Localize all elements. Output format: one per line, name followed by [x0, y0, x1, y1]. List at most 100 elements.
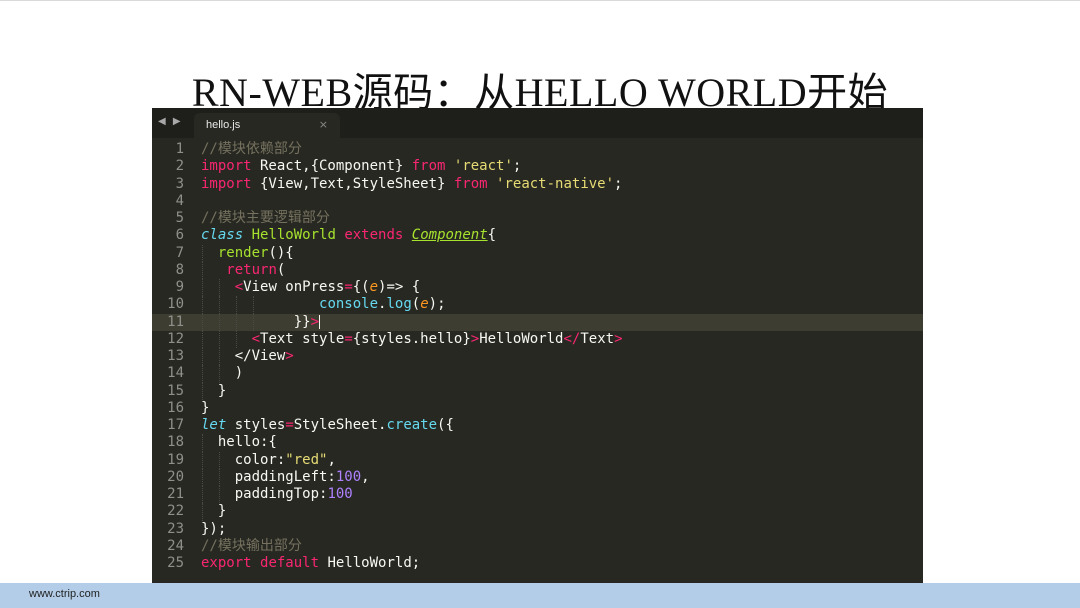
code-token: );	[428, 296, 446, 313]
code-token: {	[487, 227, 497, 244]
code-token: render	[217, 244, 269, 261]
code-line[interactable]: 14 )	[152, 365, 923, 383]
code-token: from	[411, 158, 446, 175]
code-token: }}	[201, 313, 311, 330]
code-text: }	[201, 503, 226, 520]
code-token: import	[201, 158, 252, 175]
line-number: 19	[167, 451, 184, 468]
code-line[interactable]: 23});	[152, 521, 923, 538]
code-line[interactable]: 22 }	[152, 503, 923, 521]
code-text: }	[201, 400, 209, 417]
code-token: ,	[327, 451, 336, 468]
code-line[interactable]: 3 import {View,Text,StyleSheet} from 'rea…	[152, 176, 923, 193]
line-number: 17	[167, 417, 184, 433]
code-token: color:	[201, 451, 286, 468]
code-token: </	[563, 330, 581, 347]
line-number: 13	[167, 348, 184, 364]
code-token: <	[251, 330, 261, 347]
code-line[interactable]: 25 export default HelloWorld;	[152, 555, 923, 572]
code-token: Text	[580, 330, 615, 347]
code-line[interactable]: 13 </View>	[152, 348, 923, 366]
code-line[interactable]: 9 <View onPress={(e)=> {	[152, 279, 923, 297]
code-line[interactable]: 21 paddingTop:100	[152, 486, 923, 504]
close-icon[interactable]: ×	[319, 118, 328, 131]
code-token: React,{Component}	[251, 158, 412, 175]
line-number: 20	[167, 468, 184, 485]
code-line[interactable]: 5 //模块主要逻辑部分	[152, 210, 923, 227]
code-text: console.log(e);	[201, 296, 446, 313]
code-line[interactable]: 17 let styles=StyleSheet.create({	[152, 417, 923, 434]
line-number: 10	[167, 296, 184, 313]
code-token: HelloWorld;	[319, 555, 421, 571]
line-number: 5	[175, 210, 184, 226]
code-token: >	[614, 330, 623, 347]
tab-label: hello.js	[206, 119, 241, 131]
code-line[interactable]: 6 class HelloWorld extends Component{	[152, 227, 923, 244]
code-line[interactable]: 16}	[152, 400, 923, 417]
code-token: (){	[268, 244, 294, 261]
code-line[interactable]: 12 <Text style={styles.hello}>HelloWorld…	[152, 330, 923, 348]
code-text: //模块主要逻辑部分	[201, 210, 330, 227]
line-number: 2	[175, 158, 184, 175]
code-token: 100	[335, 468, 362, 485]
code-token: class	[201, 227, 244, 244]
code-line[interactable]: 20 paddingLeft:100,	[152, 468, 923, 486]
code-text: }	[201, 383, 226, 400]
code-text: class HelloWorld extends Component{	[201, 227, 496, 244]
code-token: from	[453, 175, 488, 192]
code-token: ({	[437, 417, 454, 433]
code-token: {styles.hello}	[352, 330, 471, 347]
line-number: 15	[167, 382, 184, 399]
code-line[interactable]: 15 }	[152, 382, 923, 400]
code-token: //模块主要逻辑部分	[201, 210, 330, 226]
code-area[interactable]: 1 //模块依赖部分 2 import React,{Component} from …	[152, 141, 923, 572]
code-token: (	[411, 296, 421, 313]
line-number: 23	[167, 520, 184, 537]
code-line[interactable]: 18 hello:{	[152, 434, 923, 452]
code-token: paddingTop:	[201, 486, 328, 502]
tab-navigation-arrows-icon[interactable]: ◀ ▶	[158, 116, 183, 127]
code-token: 'react-native'	[496, 175, 615, 192]
code-line[interactable]: 11 }}>	[152, 313, 923, 331]
code-token: import	[201, 175, 252, 192]
code-line[interactable]: 19 color:"red",	[152, 451, 923, 469]
code-text: }}>	[201, 313, 321, 331]
slide-top-rule	[0, 0, 1080, 1]
line-number: 11	[167, 313, 184, 330]
code-text: export default HelloWorld;	[201, 555, 420, 572]
code-text: //模块输出部分	[201, 538, 302, 555]
code-token: "red"	[285, 451, 328, 468]
code-token: default	[260, 555, 320, 571]
code-text: )	[201, 365, 243, 382]
code-token: {(	[352, 279, 370, 295]
code-token: ,	[361, 468, 370, 485]
code-line[interactable]: 24 //模块输出部分	[152, 538, 923, 555]
code-text: import {View,Text,StyleSheet} from 'reac…	[201, 176, 622, 193]
line-number: 14	[167, 365, 184, 382]
code-line[interactable]: 8 return(	[152, 261, 923, 279]
code-token: StyleSheet.	[293, 417, 387, 433]
code-text: import React,{Component} from 'react';	[201, 158, 521, 175]
code-text: return(	[201, 262, 285, 279]
code-token: =	[285, 417, 294, 433]
code-token: export	[201, 555, 252, 571]
code-text: });	[201, 521, 226, 538]
code-line[interactable]: 2 import React,{Component} from 'react';	[152, 158, 923, 175]
code-token: Text style	[260, 330, 345, 347]
code-token: let	[201, 417, 227, 433]
code-line[interactable]: 10 console.log(e);	[152, 296, 923, 314]
code-token: console	[319, 296, 379, 313]
code-line[interactable]: 4	[152, 193, 923, 210]
footer-url: www.ctrip.com	[29, 588, 100, 600]
line-number: 3	[175, 175, 184, 192]
code-token: Component	[411, 227, 488, 244]
tab-hello-js[interactable]: hello.js ×	[194, 113, 340, 138]
code-line[interactable]: 7 render(){	[152, 244, 923, 262]
code-token: {View,Text,StyleSheet}	[251, 175, 454, 192]
code-text: <View onPress={(e)=> {	[201, 279, 420, 296]
code-line[interactable]: 1 //模块依赖部分	[152, 141, 923, 158]
code-text: paddingTop:100	[201, 486, 353, 503]
code-token: >	[470, 330, 480, 347]
